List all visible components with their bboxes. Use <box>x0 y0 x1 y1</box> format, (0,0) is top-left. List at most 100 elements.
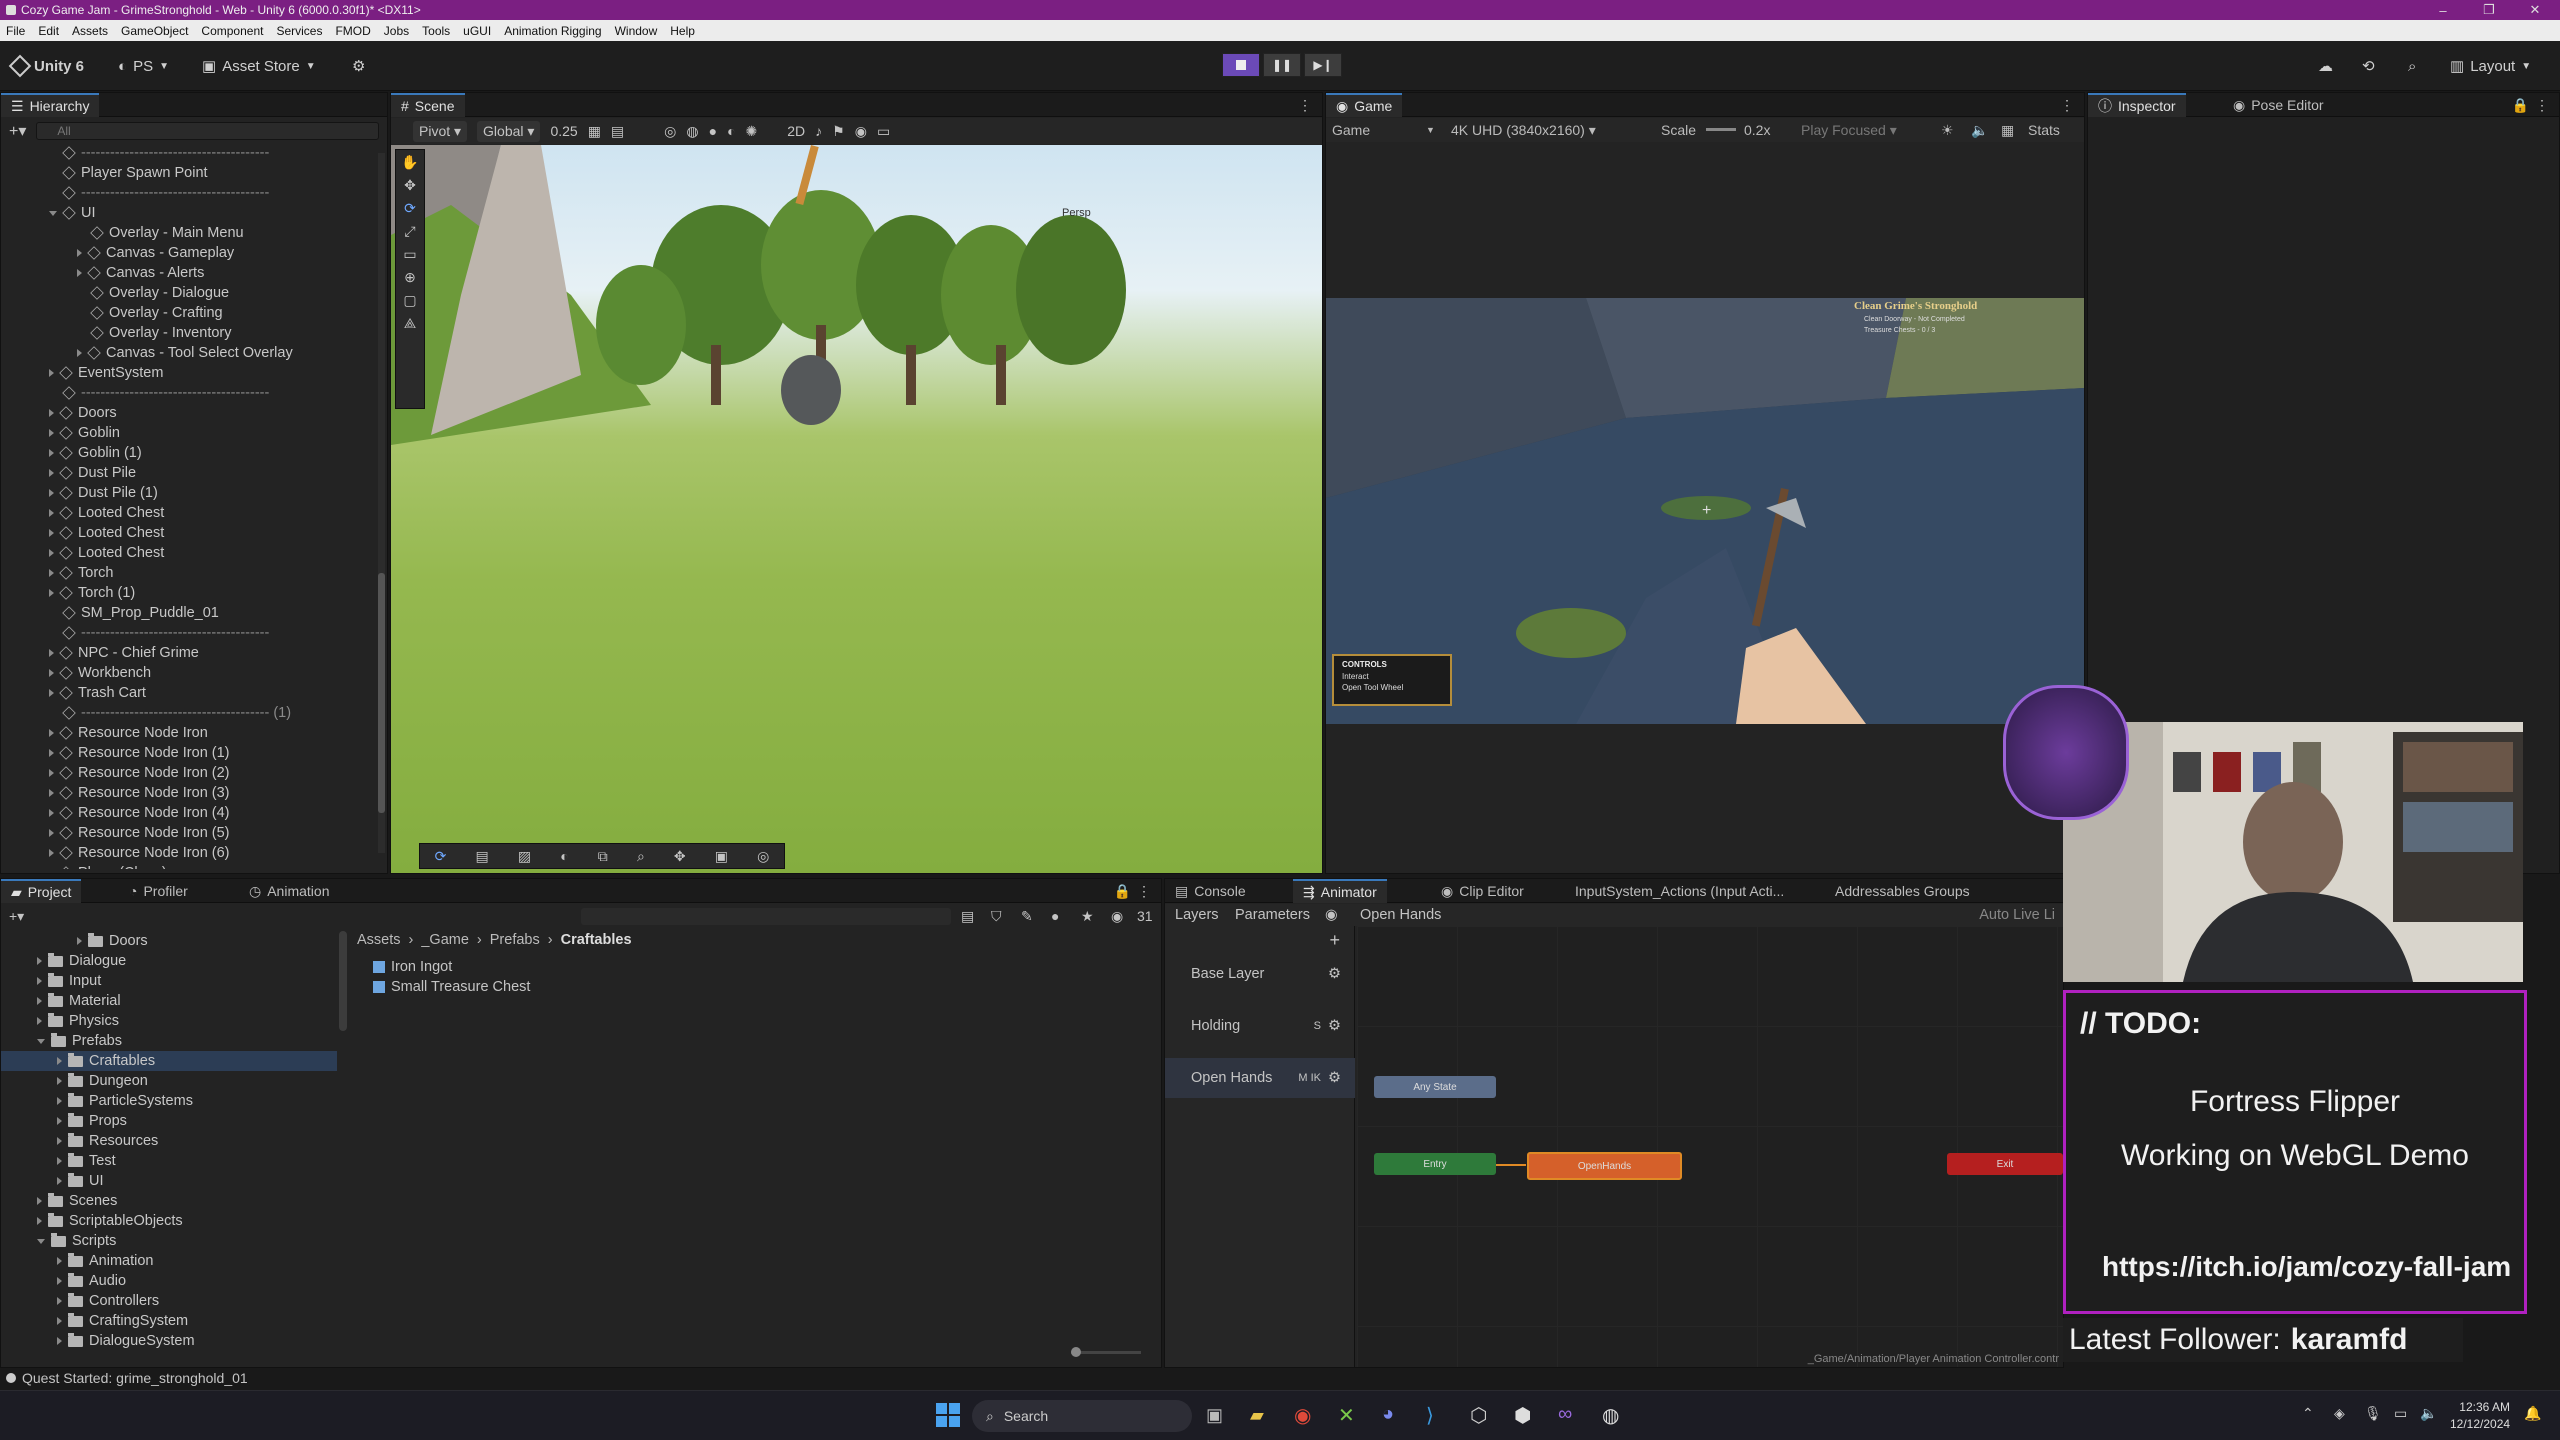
status-message[interactable]: Quest Started: grime_stronghold_01 <box>22 1370 248 1386</box>
cloud-icon[interactable]: ☁ <box>2318 55 2333 77</box>
expand-arrow-down-icon[interactable] <box>37 1238 45 1244</box>
tray-app-icon[interactable]: ◈ <box>2334 1405 2345 1422</box>
add-icon[interactable]: +▾ <box>9 121 26 141</box>
more-icon[interactable]: ⋮ <box>2535 97 2549 114</box>
hierarchy-scrollbar[interactable] <box>378 153 385 853</box>
expand-arrow-icon[interactable] <box>57 1077 62 1085</box>
expand-arrow-icon[interactable] <box>57 1277 62 1285</box>
stats-grid-icon[interactable]: ▦ <box>2001 122 2014 139</box>
auto-live-link-toggle[interactable]: Auto Live Li <box>1979 907 2055 923</box>
scale-slider[interactable] <box>1706 128 1736 131</box>
error-filter-icon[interactable]: ✎ <box>1021 908 1033 925</box>
icon-size-slider-handle[interactable] <box>1071 1347 1081 1357</box>
expand-arrow-icon[interactable] <box>49 509 54 517</box>
project-folder-item[interactable]: GameFlags <box>1 1351 337 1353</box>
expand-arrow-icon[interactable] <box>57 1317 62 1325</box>
expand-arrow-icon[interactable] <box>49 589 54 597</box>
discord-icon[interactable]: ◕ <box>1382 1403 1394 1426</box>
project-folder-item[interactable]: Input <box>1 971 337 991</box>
tab-addressables[interactable]: Addressables Groups <box>1825 879 1980 903</box>
hierarchy-item[interactable]: NPC - Chief Grime <box>49 643 199 663</box>
project-folder-item[interactable]: Craftables <box>1 1051 337 1071</box>
compass-icon[interactable]: ◎ <box>757 848 769 865</box>
current-layer-breadcrumb[interactable]: Open Hands <box>1360 907 1441 923</box>
project-folder-item[interactable]: Dungeon <box>1 1071 337 1091</box>
tab-hierarchy[interactable]: ☰ Hierarchy <box>1 93 100 117</box>
view-tool-icon[interactable]: ✋ <box>401 154 418 171</box>
project-search-input[interactable] <box>581 908 951 925</box>
project-folder-item[interactable]: Resources <box>1 1131 337 1151</box>
shading-icon[interactable]: ◎ <box>664 123 676 140</box>
obs-icon[interactable]: ◍ <box>1602 1403 1619 1428</box>
close-button[interactable]: ✕ <box>2512 0 2558 20</box>
asset-store-dropdown[interactable]: ▣ Asset Store ▼ <box>202 55 316 77</box>
menu-gameobject[interactable]: GameObject <box>121 24 188 38</box>
tab-input-actions[interactable]: InputSystem_Actions (Input Acti... <box>1565 879 1794 903</box>
hierarchy-item[interactable]: Workbench <box>49 663 151 683</box>
more-icon[interactable]: ⋮ <box>1137 883 1151 900</box>
expand-arrow-icon[interactable] <box>37 997 42 1005</box>
expand-arrow-icon[interactable] <box>57 1157 62 1165</box>
expand-arrow-icon[interactable] <box>77 249 82 257</box>
play-mode-dropdown[interactable]: Play Focused ▾ <box>1801 122 1897 139</box>
create-icon[interactable]: +▾ <box>9 908 24 925</box>
expand-arrow-icon[interactable] <box>57 1177 62 1185</box>
asset-item[interactable]: Small Treasure Chest <box>373 977 530 997</box>
hierarchy-item[interactable]: --------------------------------------- … <box>62 703 291 723</box>
scale-tool-icon[interactable]: ⤢ <box>404 223 415 240</box>
add-layer-icon[interactable]: + <box>1329 930 1340 951</box>
project-folder-item[interactable]: Scripts <box>1 1231 337 1251</box>
expand-arrow-icon[interactable] <box>57 1057 62 1065</box>
lock-icon[interactable]: 🔒 <box>2512 97 2529 114</box>
start-icon[interactable] <box>936 1403 960 1427</box>
snap-value[interactable]: 0.25 <box>550 123 577 139</box>
tab-console[interactable]: ▤ Console <box>1165 879 1256 903</box>
microphone-icon[interactable]: 🎙 <box>2364 1405 2382 1422</box>
more-icon[interactable]: ⋮ <box>2060 97 2074 114</box>
resolution-dropdown[interactable]: 4K UHD (3840x2160) ▾ <box>1451 122 1596 139</box>
expand-arrow-icon[interactable] <box>49 729 54 737</box>
hierarchy-item[interactable]: --------------------------------------- <box>62 623 269 643</box>
paint-icon[interactable]: ◐ <box>560 848 568 864</box>
hierarchy-item[interactable]: Torch (1) <box>49 583 135 603</box>
effects-icon[interactable]: ✺ <box>746 123 758 140</box>
icon-size-slider[interactable] <box>1071 1347 1141 1357</box>
tile-icon[interactable]: ▤ <box>475 848 488 865</box>
tab-animation[interactable]: ◷ Animation <box>239 879 339 903</box>
tab-project[interactable]: ▰ Project <box>1 879 82 903</box>
unity-editor-icon[interactable]: ⬢ <box>1514 1403 1531 1428</box>
menu-assets[interactable]: Assets <box>72 24 108 38</box>
gear-icon[interactable]: ⚙ <box>1328 966 1341 982</box>
label-filter-icon[interactable]: ⛉ <box>991 908 1002 925</box>
hierarchy-search-input[interactable]: All <box>36 122 379 140</box>
entry-node[interactable]: Entry <box>1374 1153 1496 1175</box>
project-folder-item[interactable]: ScriptableObjects <box>1 1211 337 1231</box>
hierarchy-item[interactable]: Resource Node Iron (4) <box>49 803 230 823</box>
notification-icon[interactable]: 🔔 <box>2524 1405 2541 1422</box>
hierarchy-item[interactable]: Dust Pile (1) <box>49 483 158 503</box>
visual-studio-icon[interactable]: ∞ <box>1558 1403 1572 1426</box>
maximize-button[interactable]: ❐ <box>2466 0 2512 20</box>
search-icon[interactable]: ⌕ <box>2408 55 2416 77</box>
expand-arrow-icon[interactable] <box>49 429 54 437</box>
hierarchy-item[interactable]: Torch <box>49 563 113 583</box>
hierarchy-item[interactable]: Resource Node Iron <box>49 723 208 743</box>
snap-grid-icon[interactable]: ▦ <box>588 123 601 140</box>
any-state-node[interactable]: Any State <box>1374 1076 1496 1098</box>
orbit-icon[interactable]: ⟳ <box>435 848 447 865</box>
hierarchy-item[interactable]: Resource Node Iron (6) <box>49 843 230 863</box>
expand-arrow-icon[interactable] <box>49 769 54 777</box>
menu-services[interactable]: Services <box>276 24 322 38</box>
breadcrumb-prefabs[interactable]: Prefabs <box>490 932 540 948</box>
menu-window[interactable]: Window <box>615 24 658 38</box>
expand-arrow-icon[interactable] <box>49 369 54 377</box>
menu-jobs[interactable]: Jobs <box>384 24 409 38</box>
warning-filter-icon[interactable]: ● <box>1051 908 1059 924</box>
hierarchy-item[interactable]: Player Spawn Point <box>62 163 208 183</box>
hierarchy-item[interactable]: EventSystem <box>49 363 163 383</box>
hierarchy-item[interactable]: Looted Chest <box>49 543 164 563</box>
project-folder-item[interactable]: Material <box>1 991 337 1011</box>
open-hands-node[interactable]: OpenHands <box>1527 1152 1682 1180</box>
expand-arrow-icon[interactable] <box>57 1097 62 1105</box>
jam-link[interactable]: https://itch.io/jam/cozy-fall-jam <box>2102 1251 2511 1283</box>
